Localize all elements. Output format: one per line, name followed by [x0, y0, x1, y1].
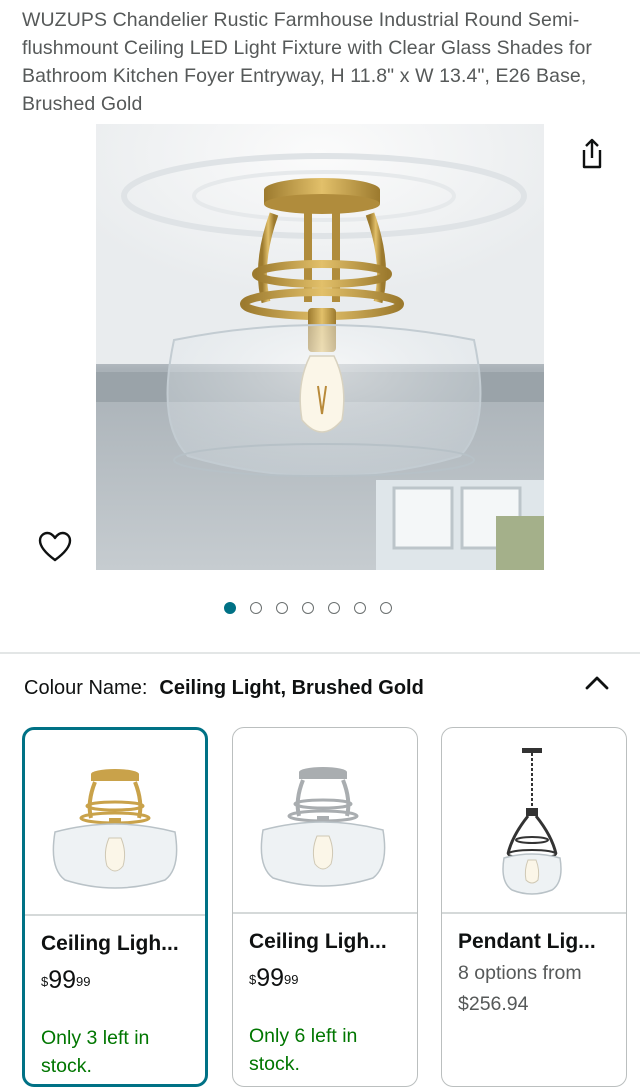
variation-thumbnail: [442, 728, 626, 912]
card-separator: [442, 912, 626, 914]
product-title: WUZUPS Chandelier Rustic Farmhouse Indus…: [22, 9, 592, 115]
carousel-dot[interactable]: [328, 602, 340, 614]
carousel-dot[interactable]: [276, 602, 288, 614]
variation-option-card[interactable]: Ceiling Ligh... $9999 Only 3 left in sto…: [22, 727, 208, 1087]
variation-option-name: Pendant Lig...: [458, 930, 596, 953]
wishlist-button[interactable]: [36, 528, 74, 566]
card-separator: [233, 912, 417, 914]
variation-thumbnail: [25, 730, 205, 914]
share-button[interactable]: [574, 136, 610, 172]
image-carousel-indicator[interactable]: [224, 602, 392, 618]
variation-option-price: $9999: [249, 964, 299, 992]
variation-option-price: $9999: [41, 966, 91, 994]
variation-stock-status: Only 3 left in stock.: [41, 1027, 150, 1077]
collapse-variations-button[interactable]: [582, 668, 612, 698]
variation-stock-status: Only 6 left in stock.: [249, 1025, 358, 1075]
carousel-dot[interactable]: [302, 602, 314, 614]
variation-option-card[interactable]: Pendant Lig... 8 options from $256.94: [441, 727, 627, 1087]
heart-icon: [38, 531, 72, 562]
share-icon: [582, 138, 602, 169]
variation-options-from: 8 options from $256.94: [458, 962, 582, 1015]
variation-selector-header: Colour Name: Ceiling Light, Brushed Gold: [24, 674, 424, 702]
variation-label: Colour Name:: [24, 677, 148, 699]
variation-option-name: Ceiling Ligh...: [249, 930, 387, 953]
variation-thumbnail: [233, 728, 417, 912]
carousel-dot[interactable]: [250, 602, 262, 614]
card-separator: [25, 914, 205, 916]
carousel-dot[interactable]: [224, 602, 236, 614]
product-main-image[interactable]: [96, 124, 544, 570]
variation-selected-value: Ceiling Light, Brushed Gold: [159, 677, 424, 699]
carousel-dot[interactable]: [354, 602, 366, 614]
variation-option-card[interactable]: Ceiling Ligh... $9999 Only 6 left in sto…: [232, 727, 418, 1087]
section-divider: [0, 652, 640, 654]
variation-option-name: Ceiling Ligh...: [41, 932, 179, 955]
ceiling-light-photo: [96, 124, 544, 570]
chevron-up-icon: [585, 676, 609, 690]
carousel-dot[interactable]: [380, 602, 392, 614]
